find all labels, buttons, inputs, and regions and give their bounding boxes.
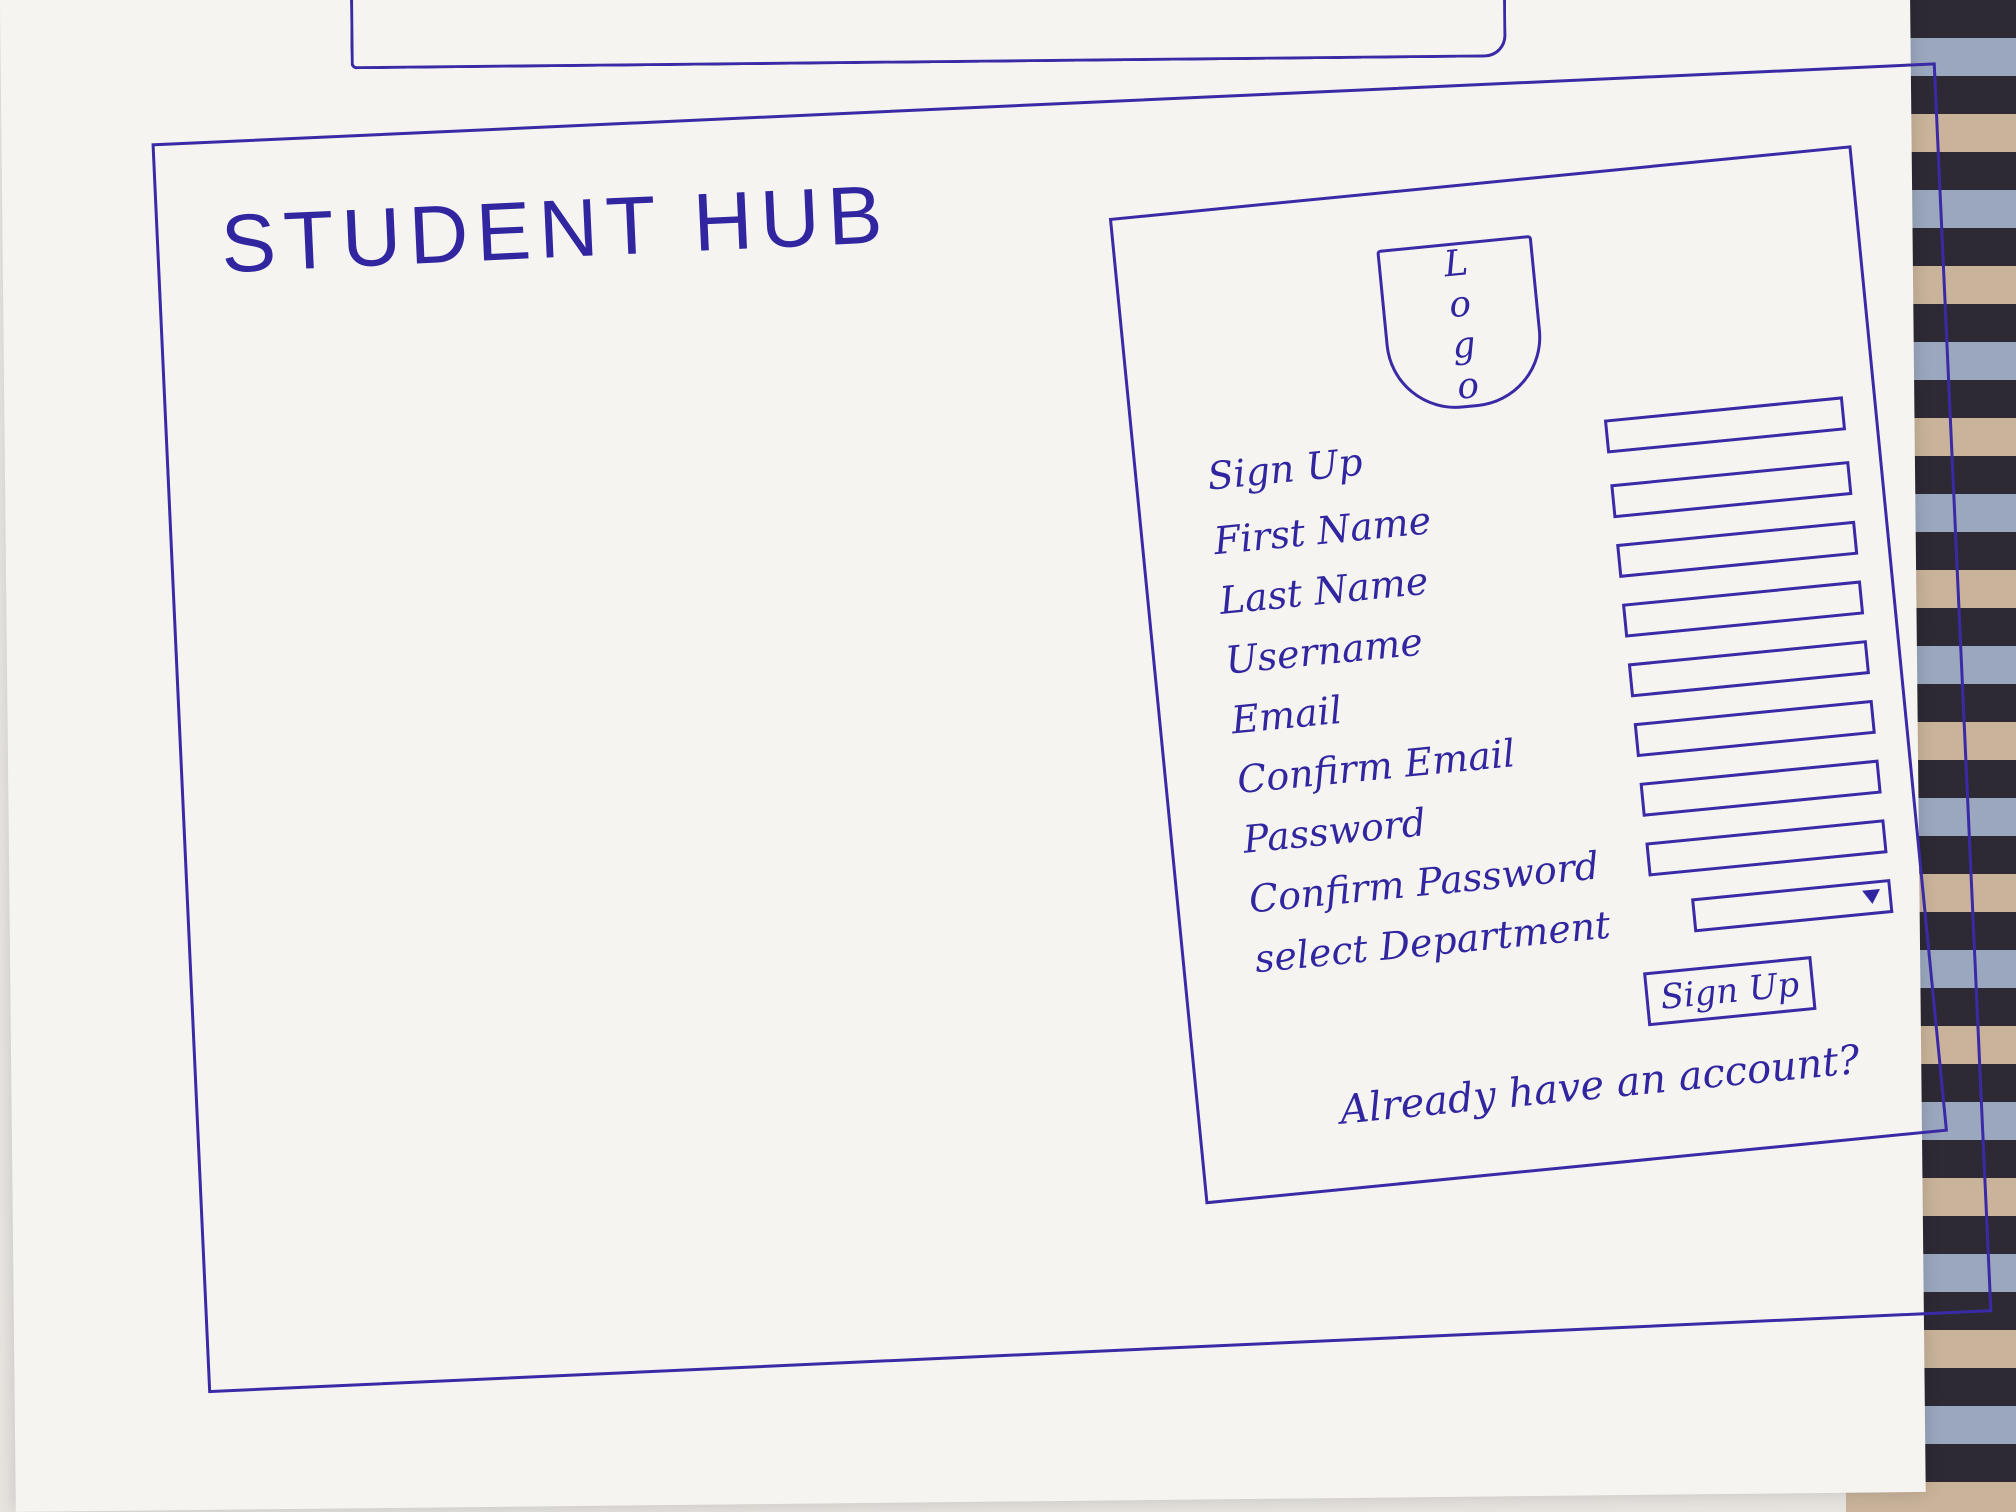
signup-card: Logo Sign Up First Name Last Name Userna… — [1108, 145, 1949, 1205]
department-select[interactable] — [1691, 878, 1894, 933]
sign-up-button[interactable]: Sign Up — [1643, 956, 1817, 1027]
first-name-input[interactable] — [1610, 460, 1853, 519]
chevron-down-icon[interactable] — [1862, 889, 1882, 905]
paper-sheet: STUDENT HUB Logo Sign Up First Name Last… — [0, 0, 1993, 1512]
login-link[interactable]: Already have an account? — [1338, 1037, 1862, 1134]
app-title: STUDENT HUB — [219, 169, 893, 291]
password-input[interactable] — [1639, 759, 1882, 817]
previous-sketch-frame — [349, 0, 1507, 70]
confirm-email-input[interactable] — [1633, 699, 1876, 758]
password-label: Password — [1241, 800, 1428, 862]
wireframe-frame: STUDENT HUB Logo Sign Up First Name Last… — [151, 62, 1993, 1394]
last-name-input[interactable] — [1616, 520, 1859, 578]
email-input[interactable] — [1627, 640, 1871, 698]
username-input[interactable] — [1621, 580, 1865, 638]
sign-up-heading: Sign Up — [1205, 439, 1365, 499]
first-name-label: First Name — [1211, 498, 1434, 564]
last-name-label: Last Name — [1217, 558, 1431, 623]
username-label: Username — [1223, 619, 1425, 683]
photo-stage: STUDENT HUB Logo Sign Up First Name Last… — [0, 0, 2016, 1512]
confirm-password-input[interactable] — [1645, 819, 1888, 877]
logo-text: Logo — [1433, 241, 1491, 409]
logo: Logo — [1376, 234, 1548, 416]
sign-up-field[interactable] — [1603, 396, 1847, 454]
email-label: Email — [1229, 687, 1344, 743]
